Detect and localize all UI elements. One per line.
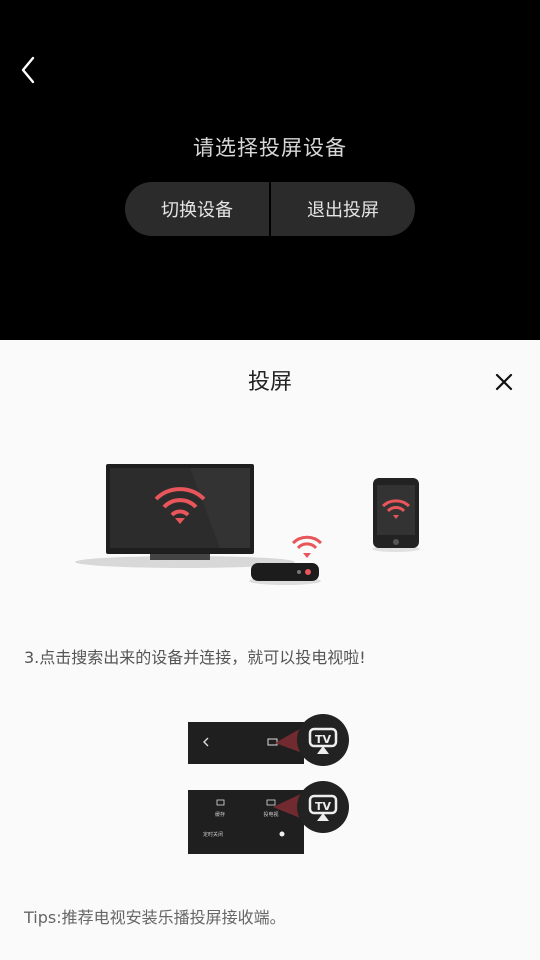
- back-button[interactable]: [14, 54, 44, 86]
- close-icon: [495, 373, 513, 391]
- tv-label: TV: [315, 733, 332, 746]
- cast-header: 请选择投屏设备 切换设备 退出投屏: [0, 0, 540, 340]
- close-button[interactable]: [490, 368, 518, 396]
- switch-device-button[interactable]: 切换设备: [125, 182, 269, 236]
- guide-card-toolbar: TV: [188, 714, 349, 766]
- chevron-left-icon: [21, 56, 35, 84]
- exit-cast-button[interactable]: 退出投屏: [271, 182, 415, 236]
- select-device-title: 请选择投屏设备: [193, 136, 347, 160]
- step-instruction: 3.点击搜索出来的设备并连接，就可以投电视啦!: [24, 648, 366, 667]
- tv-label: TV: [315, 800, 332, 813]
- cast-sheet: 投屏 3.点击搜索出来的设备并连接，就可以投电视啦! TV 缓存 投电视 定时关…: [0, 340, 540, 960]
- cache-label: 缓存: [215, 811, 225, 818]
- tv-graphic: [106, 464, 254, 560]
- cast-action-group: 切换设备 退出投屏: [125, 182, 415, 236]
- cast-tv-label: 投电视: [263, 811, 278, 818]
- tips-text: Tips:推荐电视安装乐播投屏接收端。: [24, 908, 286, 927]
- wifi-icon: [291, 535, 323, 558]
- timer-label: 定时关闭: [203, 831, 223, 838]
- sheet-title: 投屏: [247, 370, 292, 395]
- phone-graphic: [372, 478, 420, 552]
- cast-illustration: [75, 464, 420, 585]
- guide-card-menu: 缓存 投电视 定时关闭 TV: [188, 781, 349, 854]
- guide-screens: TV 缓存 投电视 定时关闭 TV: [188, 714, 349, 854]
